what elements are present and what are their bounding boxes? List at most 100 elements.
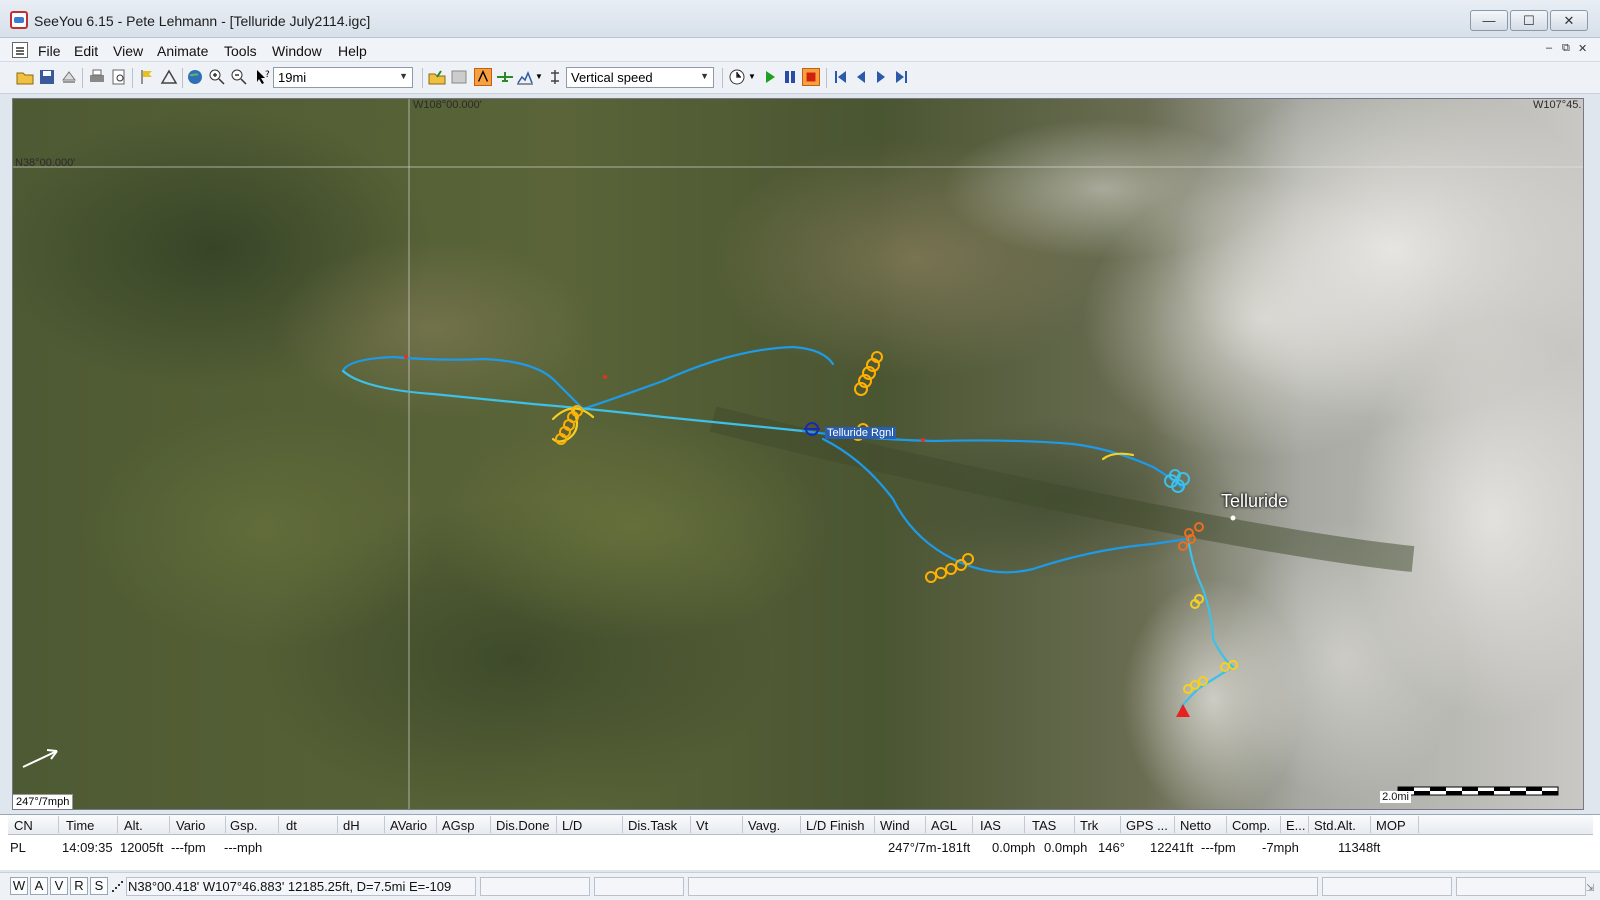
cell-time[interactable]: 14:09:35 bbox=[62, 840, 113, 855]
status-button-v[interactable]: V bbox=[50, 877, 68, 895]
chevron-down-icon[interactable]: ▼ bbox=[535, 72, 543, 81]
column-header[interactable]: AGL bbox=[931, 818, 957, 833]
status-button-w[interactable]: W bbox=[10, 877, 28, 895]
column-header[interactable]: Time bbox=[66, 818, 94, 833]
menu-file[interactable]: File bbox=[38, 43, 61, 59]
column-header[interactable]: Alt. bbox=[124, 818, 143, 833]
column-divider[interactable] bbox=[436, 816, 437, 833]
minimize-button[interactable]: — bbox=[1470, 10, 1508, 31]
skip-end-icon[interactable] bbox=[892, 68, 910, 86]
vertical-scale-icon[interactable] bbox=[546, 68, 564, 86]
column-divider[interactable] bbox=[384, 816, 385, 833]
column-header[interactable]: Comp. bbox=[1232, 818, 1270, 833]
column-divider[interactable] bbox=[490, 816, 491, 833]
glider-icon[interactable] bbox=[496, 68, 514, 86]
mdi-close-icon[interactable]: ✕ bbox=[1578, 42, 1587, 55]
column-divider[interactable] bbox=[622, 816, 623, 833]
cell-vario[interactable]: ---fpm bbox=[171, 840, 206, 855]
cell-cn[interactable]: PL bbox=[10, 840, 26, 855]
column-header[interactable]: Netto bbox=[1180, 818, 1211, 833]
column-divider[interactable] bbox=[800, 816, 801, 833]
skip-start-icon[interactable] bbox=[832, 68, 850, 86]
globe-icon[interactable] bbox=[186, 68, 204, 86]
open-flight-icon[interactable] bbox=[428, 68, 446, 86]
column-divider[interactable] bbox=[117, 816, 118, 833]
status-button-r[interactable]: R bbox=[70, 877, 88, 895]
column-divider[interactable] bbox=[1418, 816, 1419, 833]
column-divider[interactable] bbox=[58, 816, 59, 833]
maximize-button[interactable]: ☐ bbox=[1510, 10, 1548, 31]
cell-gps[interactable]: 12241ft bbox=[1150, 840, 1193, 855]
cell-netto[interactable]: ---fpm bbox=[1201, 840, 1236, 855]
column-divider[interactable] bbox=[225, 816, 226, 833]
menu-view[interactable]: View bbox=[113, 43, 143, 59]
open-folder-icon[interactable] bbox=[16, 68, 34, 86]
gps-signal-icon[interactable] bbox=[110, 879, 124, 893]
column-divider[interactable] bbox=[690, 816, 691, 833]
column-header[interactable]: TAS bbox=[1032, 818, 1056, 833]
cell-wind[interactable]: 247°/7m bbox=[888, 840, 937, 855]
column-divider[interactable] bbox=[972, 816, 973, 833]
status-button-s[interactable]: S bbox=[90, 877, 108, 895]
eject-icon[interactable] bbox=[60, 68, 78, 86]
color-mode-combo[interactable]: Vertical speed ▼ bbox=[566, 67, 714, 88]
column-divider[interactable] bbox=[169, 816, 170, 833]
column-header[interactable]: dH bbox=[343, 818, 360, 833]
column-header[interactable]: Dis.Done bbox=[496, 818, 549, 833]
menu-edit[interactable]: Edit bbox=[74, 43, 98, 59]
cell-trk[interactable]: 146° bbox=[1098, 840, 1125, 855]
column-header[interactable]: Std.Alt. bbox=[1314, 818, 1356, 833]
cell-gsp[interactable]: ---mph bbox=[224, 840, 262, 855]
column-divider[interactable] bbox=[278, 816, 279, 833]
zoom-scale-combo[interactable]: 19mi ▼ bbox=[273, 67, 413, 88]
column-divider[interactable] bbox=[337, 816, 338, 833]
document-menu-icon[interactable] bbox=[12, 42, 28, 58]
step-back-icon[interactable] bbox=[852, 68, 870, 86]
menu-window[interactable]: Window bbox=[272, 43, 322, 59]
column-divider[interactable] bbox=[925, 816, 926, 833]
column-header[interactable]: Trk bbox=[1080, 818, 1098, 833]
chevron-down-icon[interactable]: ▼ bbox=[748, 72, 756, 81]
help-pointer-icon[interactable]: ? bbox=[254, 68, 272, 86]
task-icon[interactable] bbox=[160, 68, 178, 86]
column-divider[interactable] bbox=[1226, 816, 1227, 833]
print-preview-icon[interactable] bbox=[110, 68, 128, 86]
cell-agl[interactable]: -181ft bbox=[937, 840, 970, 855]
menu-help[interactable]: Help bbox=[338, 43, 367, 59]
column-header[interactable]: Dis.Task bbox=[628, 818, 677, 833]
cell-std-alt[interactable]: 11348ft bbox=[1338, 840, 1380, 855]
print-icon[interactable] bbox=[88, 68, 106, 86]
play-icon[interactable] bbox=[761, 68, 779, 86]
column-divider[interactable] bbox=[1370, 816, 1371, 833]
column-header[interactable]: Gsp. bbox=[230, 818, 257, 833]
column-header[interactable]: L/D bbox=[562, 818, 582, 833]
column-header[interactable]: dt bbox=[286, 818, 297, 833]
column-divider[interactable] bbox=[556, 816, 557, 833]
column-header[interactable]: AGsp bbox=[442, 818, 475, 833]
column-divider[interactable] bbox=[874, 816, 875, 833]
column-header[interactable]: Wind bbox=[880, 818, 910, 833]
cell-alt[interactable]: 12005ft bbox=[120, 840, 163, 855]
column-divider[interactable] bbox=[1308, 816, 1309, 833]
status-button-a[interactable]: A bbox=[30, 877, 48, 895]
column-divider[interactable] bbox=[1024, 816, 1025, 833]
column-header[interactable]: Vavg. bbox=[748, 818, 780, 833]
column-header[interactable]: L/D Finish bbox=[806, 818, 865, 833]
cell-tas[interactable]: 0.0mph bbox=[1044, 840, 1087, 855]
column-divider[interactable] bbox=[742, 816, 743, 833]
cell-ias[interactable]: 0.0mph bbox=[992, 840, 1035, 855]
waypoint-flag-icon[interactable] bbox=[138, 68, 156, 86]
step-forward-icon[interactable] bbox=[872, 68, 890, 86]
cell-comp[interactable]: -7mph bbox=[1262, 840, 1299, 855]
zoom-out-icon[interactable] bbox=[230, 68, 248, 86]
column-header[interactable]: MOP bbox=[1376, 818, 1406, 833]
menu-animate[interactable]: Animate bbox=[157, 43, 208, 59]
column-divider[interactable] bbox=[1174, 816, 1175, 833]
column-header[interactable]: AVario bbox=[390, 818, 427, 833]
save-icon[interactable] bbox=[38, 68, 56, 86]
stop-icon[interactable] bbox=[802, 68, 820, 86]
column-header[interactable]: E... bbox=[1286, 818, 1306, 833]
map-view[interactable]: W108°00.000' W107°45. N38°00.000' Tellur… bbox=[12, 98, 1584, 810]
mdi-restore-icon[interactable]: ⧉ bbox=[1562, 42, 1570, 55]
zoom-in-icon[interactable] bbox=[208, 68, 226, 86]
